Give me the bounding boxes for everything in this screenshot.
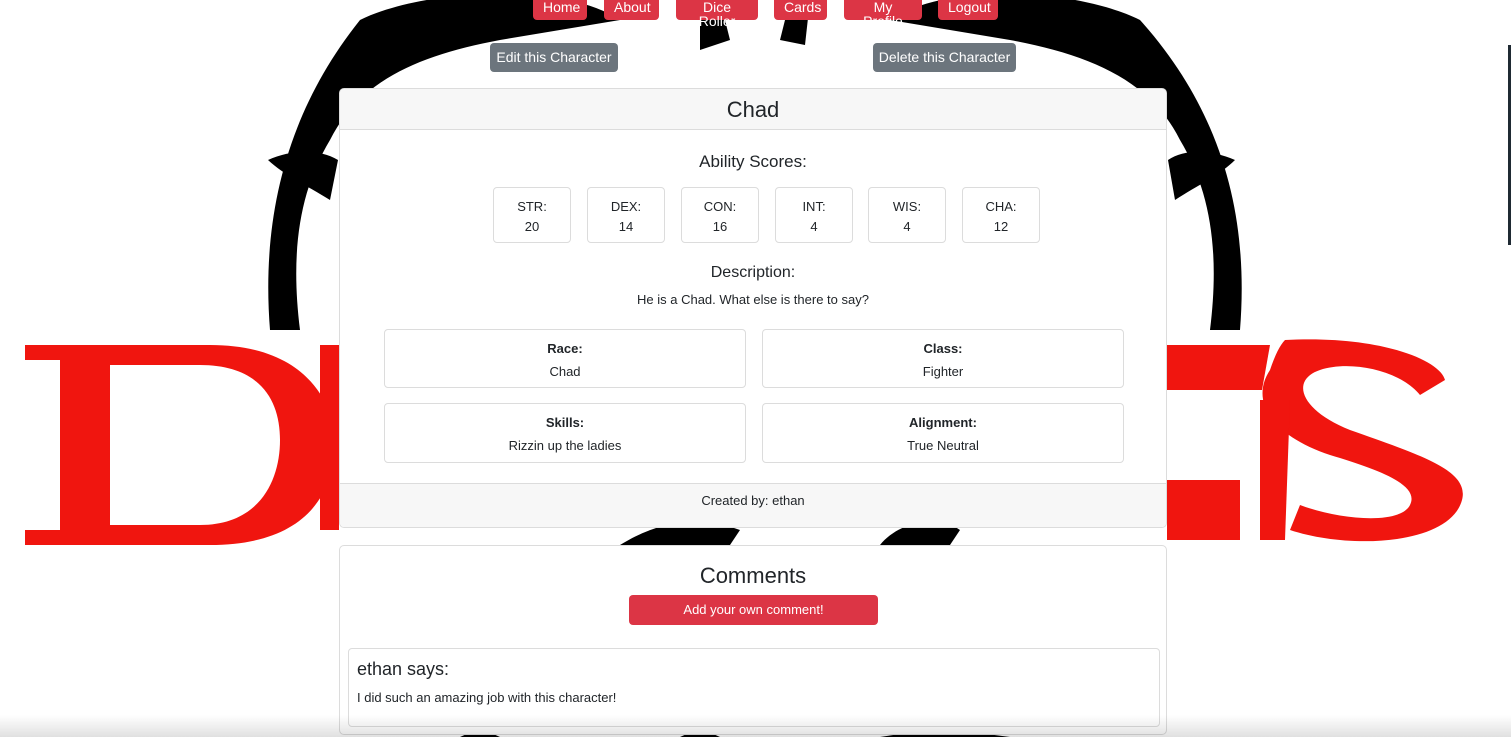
ability-value: 4: [810, 219, 818, 234]
race-label: Race:: [547, 341, 583, 356]
ability-label: DEX:: [610, 199, 642, 214]
race-box: Race: Chad: [384, 329, 746, 388]
skills-label: Skills:: [545, 415, 585, 430]
ability-value: 4: [903, 219, 911, 234]
add-comment-button[interactable]: Add your own comment!: [629, 595, 878, 625]
ability-con: CON: 16: [681, 187, 759, 243]
class-value: Fighter: [922, 364, 964, 379]
nav-logout-button[interactable]: Logout: [938, 0, 998, 20]
ability-dex: DEX: 14: [587, 187, 665, 243]
edit-character-button[interactable]: Edit this Character: [490, 43, 618, 72]
top-navigation: Home About Dice Roller Cards My Profile …: [0, 0, 1511, 28]
description-title: Description:: [710, 264, 796, 281]
ability-cha: CHA: 12: [962, 187, 1040, 243]
alignment-value: True Neutral: [907, 438, 979, 453]
ability-label: INT:: [802, 199, 826, 214]
nav-my-profile-button[interactable]: My Profile: [844, 0, 922, 28]
character-card: Chad Ability Scores: STR: 20 DEX: 14 CON…: [339, 88, 1167, 528]
bottom-fade: [0, 715, 1511, 737]
comment-text: I did such an amazing job with this char…: [357, 690, 617, 705]
ability-str: STR: 20: [493, 187, 571, 243]
nav-cards-button[interactable]: Cards: [774, 0, 827, 20]
class-box: Class: Fighter: [762, 329, 1124, 388]
alignment-label: Alignment:: [909, 415, 977, 430]
ability-int: INT: 4: [775, 187, 853, 243]
ability-label: CON:: [703, 199, 737, 214]
alignment-box: Alignment: True Neutral: [762, 403, 1124, 463]
ability-value: 20: [524, 219, 540, 234]
character-name: Chad: [340, 89, 1166, 130]
description-text: He is a Chad. What else is there to say?: [637, 292, 869, 307]
ability-wis: WIS: 4: [868, 187, 946, 243]
ability-value: 12: [993, 219, 1009, 234]
comments-title: Comments: [699, 563, 807, 588]
race-value: Chad: [549, 364, 581, 379]
ability-value: 16: [712, 219, 728, 234]
created-by: Created by: ethan: [340, 483, 1166, 527]
comment-author: ethan says:: [357, 659, 450, 679]
nav-dice-roller-button[interactable]: Dice Roller: [676, 0, 758, 28]
ability-label: WIS:: [892, 199, 922, 214]
ability-label: STR:: [517, 199, 547, 214]
ability-value: 14: [618, 219, 634, 234]
class-label: Class:: [923, 341, 963, 356]
nav-home-button[interactable]: Home: [533, 0, 587, 20]
ability-scores-title: Ability Scores:: [699, 152, 807, 171]
ability-label: CHA:: [985, 199, 1017, 214]
nav-about-button[interactable]: About: [604, 0, 659, 20]
comments-card: Comments Add your own comment! ethan say…: [339, 545, 1167, 735]
skills-box: Skills: Rizzin up the ladies: [384, 403, 746, 463]
skills-value: Rizzin up the ladies: [508, 438, 622, 453]
delete-character-button[interactable]: Delete this Character: [873, 43, 1016, 72]
